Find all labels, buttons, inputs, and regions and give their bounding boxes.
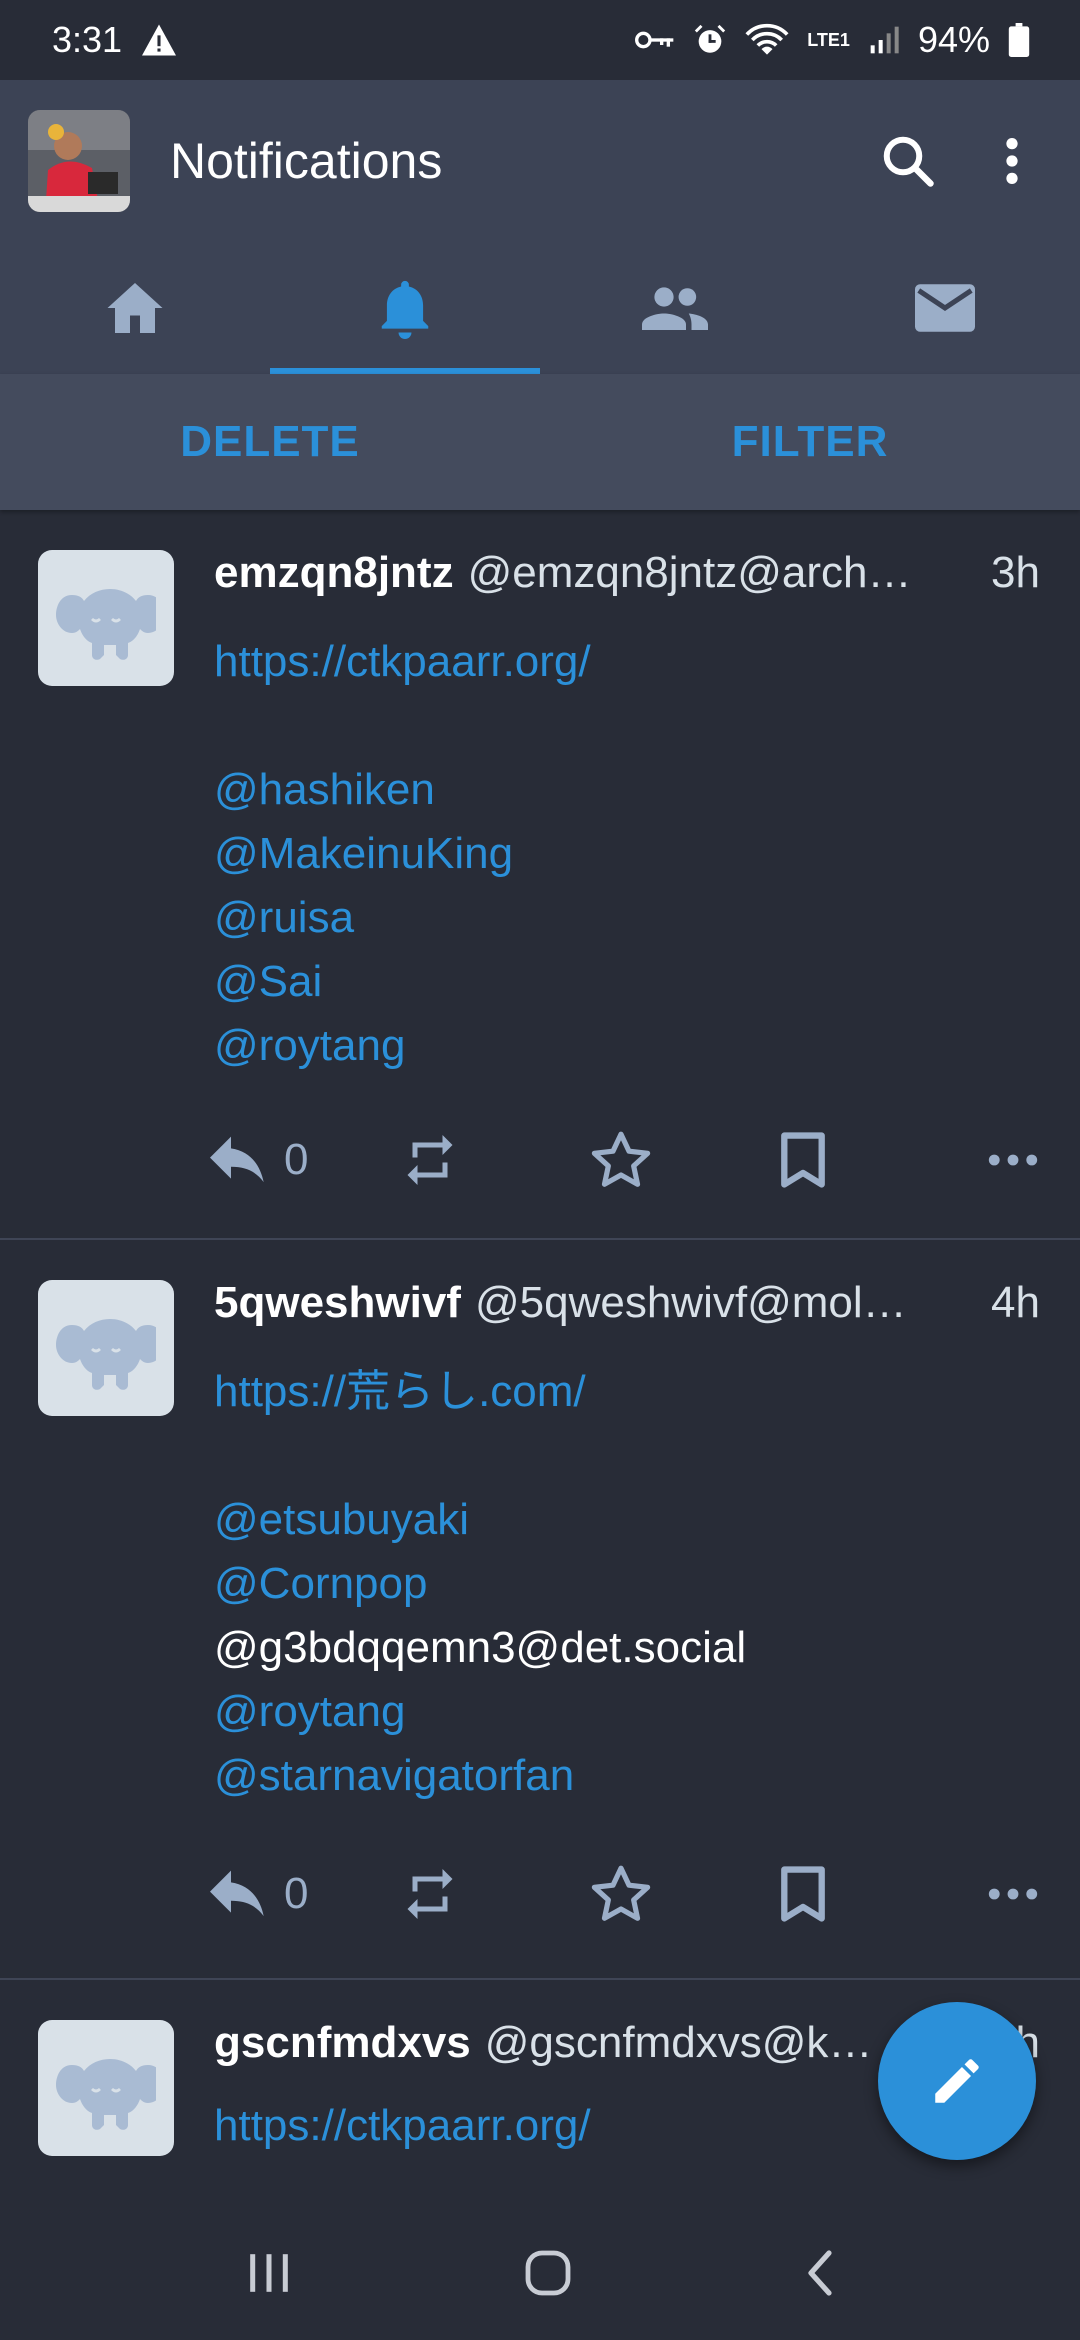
reply-button[interactable]: 0 xyxy=(210,1869,400,1919)
reply-count: 0 xyxy=(284,1135,309,1184)
status-content: https://荒らし.com/ @etsubuyaki @Cornpop @g… xyxy=(214,1360,1040,1808)
bookmark-button[interactable] xyxy=(780,1131,970,1189)
boost-icon xyxy=(407,1869,453,1919)
star-outline-icon xyxy=(591,1865,651,1921)
mention-link[interactable]: @MakeinuKing xyxy=(214,822,1040,886)
top-app-bar: Notifications xyxy=(0,80,1080,242)
people-icon xyxy=(642,287,708,330)
filter-button[interactable]: FILTER xyxy=(540,374,1080,510)
favourite-button[interactable] xyxy=(590,1130,780,1190)
delete-button[interactable]: DELETE xyxy=(0,374,540,510)
search-button[interactable] xyxy=(868,121,948,201)
status-bar: 3:31 LTE1 94% xyxy=(0,0,1080,80)
tab-home[interactable] xyxy=(0,242,270,374)
reply-icon xyxy=(210,1870,264,1917)
search-icon xyxy=(883,136,934,187)
more-vert-icon xyxy=(1006,138,1018,184)
status-link[interactable]: https://ctkpaarr.org/ xyxy=(214,630,1040,694)
alarm-icon xyxy=(695,24,726,53)
more-horiz-icon xyxy=(988,1888,1038,1900)
wifi-icon xyxy=(745,23,789,55)
tab-notifications[interactable] xyxy=(270,242,540,374)
account-handle[interactable]: @emzqn8jntz@arch… xyxy=(468,548,975,598)
display-name[interactable]: gscnfmdxvs xyxy=(214,2018,471,2068)
reply-count: 0 xyxy=(284,1869,309,1918)
mention-link[interactable]: @roytang xyxy=(214,1680,1040,1744)
signal-icon xyxy=(870,26,899,54)
mention-link[interactable]: @etsubuyaki xyxy=(214,1488,1040,1552)
home-circle-icon xyxy=(525,2250,571,2295)
system-navigation-bar xyxy=(0,2210,1080,2340)
avatar[interactable] xyxy=(38,550,174,686)
mastodon-elephant-icon xyxy=(56,2059,156,2130)
more-options-button[interactable] xyxy=(972,121,1052,201)
avatar[interactable] xyxy=(38,1280,174,1416)
mention-link[interactable]: @ruisa xyxy=(214,886,1040,950)
status-toolbar: 0 xyxy=(210,1080,1040,1240)
display-name[interactable]: 5qweshwivf xyxy=(214,1278,461,1328)
favourite-button[interactable] xyxy=(590,1864,780,1924)
mastodon-elephant-icon xyxy=(56,1319,156,1390)
warning-icon xyxy=(142,24,177,56)
boost-icon xyxy=(407,1135,453,1185)
bookmark-outline-icon xyxy=(781,1132,825,1188)
tab-messages[interactable] xyxy=(810,242,1080,374)
recents-icon xyxy=(250,2253,288,2292)
vpn-key-icon xyxy=(635,31,674,49)
status-toolbar: 0 xyxy=(210,1814,1040,1974)
network-label: LTE1 xyxy=(807,30,850,50)
status-time: 3:31 xyxy=(52,19,123,60)
mastodon-elephant-icon xyxy=(56,589,156,660)
home-nav-button[interactable] xyxy=(524,2249,572,2302)
mention-link[interactable]: @Sai xyxy=(214,950,1040,1014)
notification-item[interactable]: emzqn8jntz @emzqn8jntz@arch… 3h https://… xyxy=(0,510,1080,1240)
mention-link[interactable]: @Cornpop xyxy=(214,1552,1040,1616)
pencil-icon xyxy=(935,2059,979,2103)
back-chevron-icon xyxy=(808,2249,832,2296)
page-title: Notifications xyxy=(170,133,443,189)
home-icon xyxy=(107,283,163,333)
bookmark-outline-icon xyxy=(781,1866,825,1922)
notification-item[interactable]: 5qweshwivf @5qweshwivf@mol… 4h https://荒… xyxy=(0,1240,1080,1980)
tab-people[interactable] xyxy=(540,242,810,374)
status-link[interactable]: https://荒らし.com/ xyxy=(214,1360,1040,1424)
more-horiz-icon xyxy=(988,1154,1038,1166)
avatar[interactable] xyxy=(38,2020,174,2156)
account-handle[interactable]: @5qweshwivf@mol… xyxy=(475,1278,975,1328)
bookmark-button[interactable] xyxy=(780,1865,970,1923)
back-button[interactable] xyxy=(804,2249,834,2302)
mail-icon xyxy=(915,284,975,332)
mention-link[interactable]: @roytang xyxy=(214,1014,1040,1078)
display-name[interactable]: emzqn8jntz xyxy=(214,548,454,598)
star-outline-icon xyxy=(591,1131,651,1187)
account-avatar[interactable] xyxy=(28,110,130,212)
mention-link[interactable]: @starnavigatorfan xyxy=(214,1744,1040,1808)
reply-icon xyxy=(210,1136,264,1183)
battery-percent: 94% xyxy=(917,19,990,60)
boost-button[interactable] xyxy=(400,1863,590,1925)
more-actions-button[interactable] xyxy=(988,1887,1038,1901)
battery-icon xyxy=(1008,23,1030,57)
notification-list[interactable]: emzqn8jntz @emzqn8jntz@arch… 3h https://… xyxy=(0,510,1080,2210)
boost-button[interactable] xyxy=(400,1129,590,1191)
mention-link[interactable]: @hashiken xyxy=(214,758,1040,822)
reply-button[interactable]: 0 xyxy=(210,1135,400,1185)
timestamp: 3h xyxy=(991,548,1040,597)
compose-button[interactable] xyxy=(878,2002,1036,2160)
bell-icon xyxy=(381,280,429,339)
mention-text: @g3bdqqemn3@det.social xyxy=(214,1623,747,1672)
more-actions-button[interactable] xyxy=(988,1153,1038,1167)
status-content: https://ctkpaarr.org/ @hashiken @Makeinu… xyxy=(214,630,1040,1078)
timestamp: 4h xyxy=(991,1278,1040,1327)
recent-apps-button[interactable] xyxy=(246,2251,292,2300)
notification-actions: DELETE FILTER xyxy=(0,374,1080,510)
tab-bar xyxy=(0,242,1080,374)
